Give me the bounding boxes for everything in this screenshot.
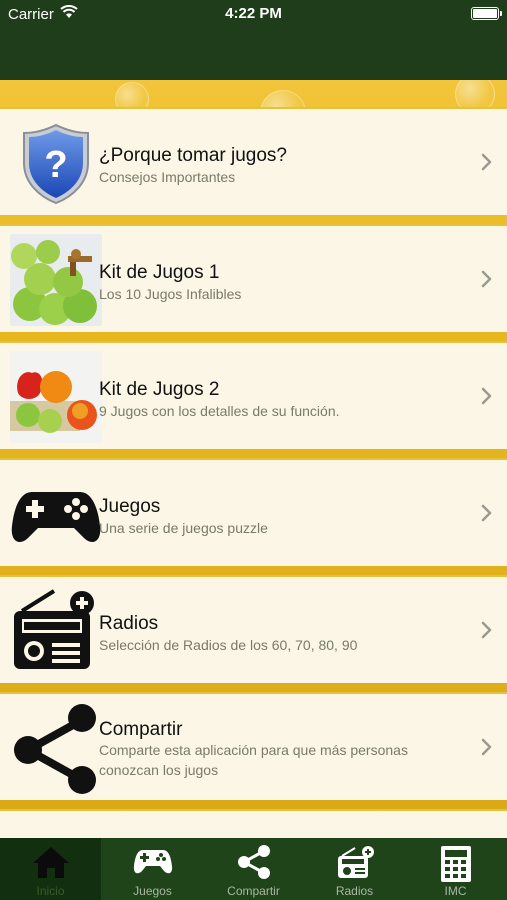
tab-imc[interactable]: IMC [405, 838, 506, 900]
menu-item-subtitle: Los 10 Jugos Infalibles [99, 286, 242, 302]
chevron-right-icon [481, 387, 492, 405]
fruits-photo [10, 351, 102, 443]
apples-photo [10, 234, 102, 326]
share-icon [14, 704, 96, 794]
menu-item-kit-de-jugos-2[interactable]: Kit de Jugos 2 9 Jugos con los detalles … [0, 341, 507, 449]
clock: 4:22 PM [225, 5, 282, 22]
menu-item-radios[interactable]: Radios Selección de Radios de los 60, 70… [0, 575, 507, 683]
menu-item-subtitle: Comparte esta aplicación para que más pe… [99, 742, 408, 778]
menu-item-subtitle: Consejos Importantes [99, 169, 236, 185]
menu-item-kit-de-jugos-1[interactable]: Kit de Jugos 1 Los 10 Jugos Infalibles [0, 224, 507, 332]
calculator-icon [440, 846, 471, 882]
menu-item-subtitle: 9 Jugos con los detalles de su función. [99, 403, 340, 419]
gamepad-icon [11, 492, 101, 542]
tab-label: Radios [335, 884, 374, 898]
status-bar: Carrier 4:22 PM [0, 0, 507, 28]
tab-inicio[interactable]: Inicio [0, 838, 101, 900]
tab-label: IMC [444, 884, 467, 898]
menu-item-partial [0, 809, 507, 838]
tab-compartir[interactable]: Compartir [203, 838, 304, 900]
chevron-right-icon [481, 738, 492, 756]
menu-item-title: Juegos [99, 496, 161, 517]
battery-icon [471, 7, 502, 20]
menu-item-title: Kit de Jugos 1 [99, 262, 220, 283]
menu-item-title: Compartir [99, 719, 183, 740]
menu-item-subtitle: Selección de Radios de los 60, 70, 80, 9… [99, 637, 358, 653]
home-icon [32, 847, 69, 878]
tab-juegos[interactable]: Juegos [102, 838, 203, 900]
chevron-right-icon [481, 621, 492, 639]
menu-item-subtitle: Una serie de juegos puzzle [99, 520, 268, 536]
tab-bar: Inicio Juegos Compartir Radios IMC [0, 838, 507, 900]
menu-item-porque-tomar-jugos[interactable]: ? ¿Porque tomar jugos? Consejos Importan… [0, 107, 507, 215]
menu-item-juegos[interactable]: Juegos Una serie de juegos puzzle [0, 458, 507, 566]
menu-list: ? ¿Porque tomar jugos? Consejos Importan… [0, 80, 507, 838]
share-icon [237, 845, 270, 879]
tab-label: Juegos [133, 884, 172, 898]
chevron-right-icon [481, 504, 492, 522]
menu-item-compartir[interactable]: Compartir Comparte esta aplicación para … [0, 692, 507, 800]
radio-icon [14, 589, 94, 669]
menu-item-title: Radios [99, 613, 159, 634]
svg-text:?: ? [44, 144, 67, 186]
menu-item-title: ¿Porque tomar jugos? [99, 145, 287, 166]
gamepad-icon [133, 850, 172, 874]
radio-icon [337, 846, 374, 878]
chevron-right-icon [481, 153, 492, 171]
tab-label: Compartir [227, 884, 280, 898]
navigation-bar [0, 28, 507, 80]
chevron-right-icon [481, 270, 492, 288]
shield-question-icon: ? [23, 123, 89, 205]
tab-label: Inicio [36, 884, 65, 898]
menu-item-title: Kit de Jugos 2 [99, 379, 220, 400]
tab-radios[interactable]: Radios [304, 838, 405, 900]
